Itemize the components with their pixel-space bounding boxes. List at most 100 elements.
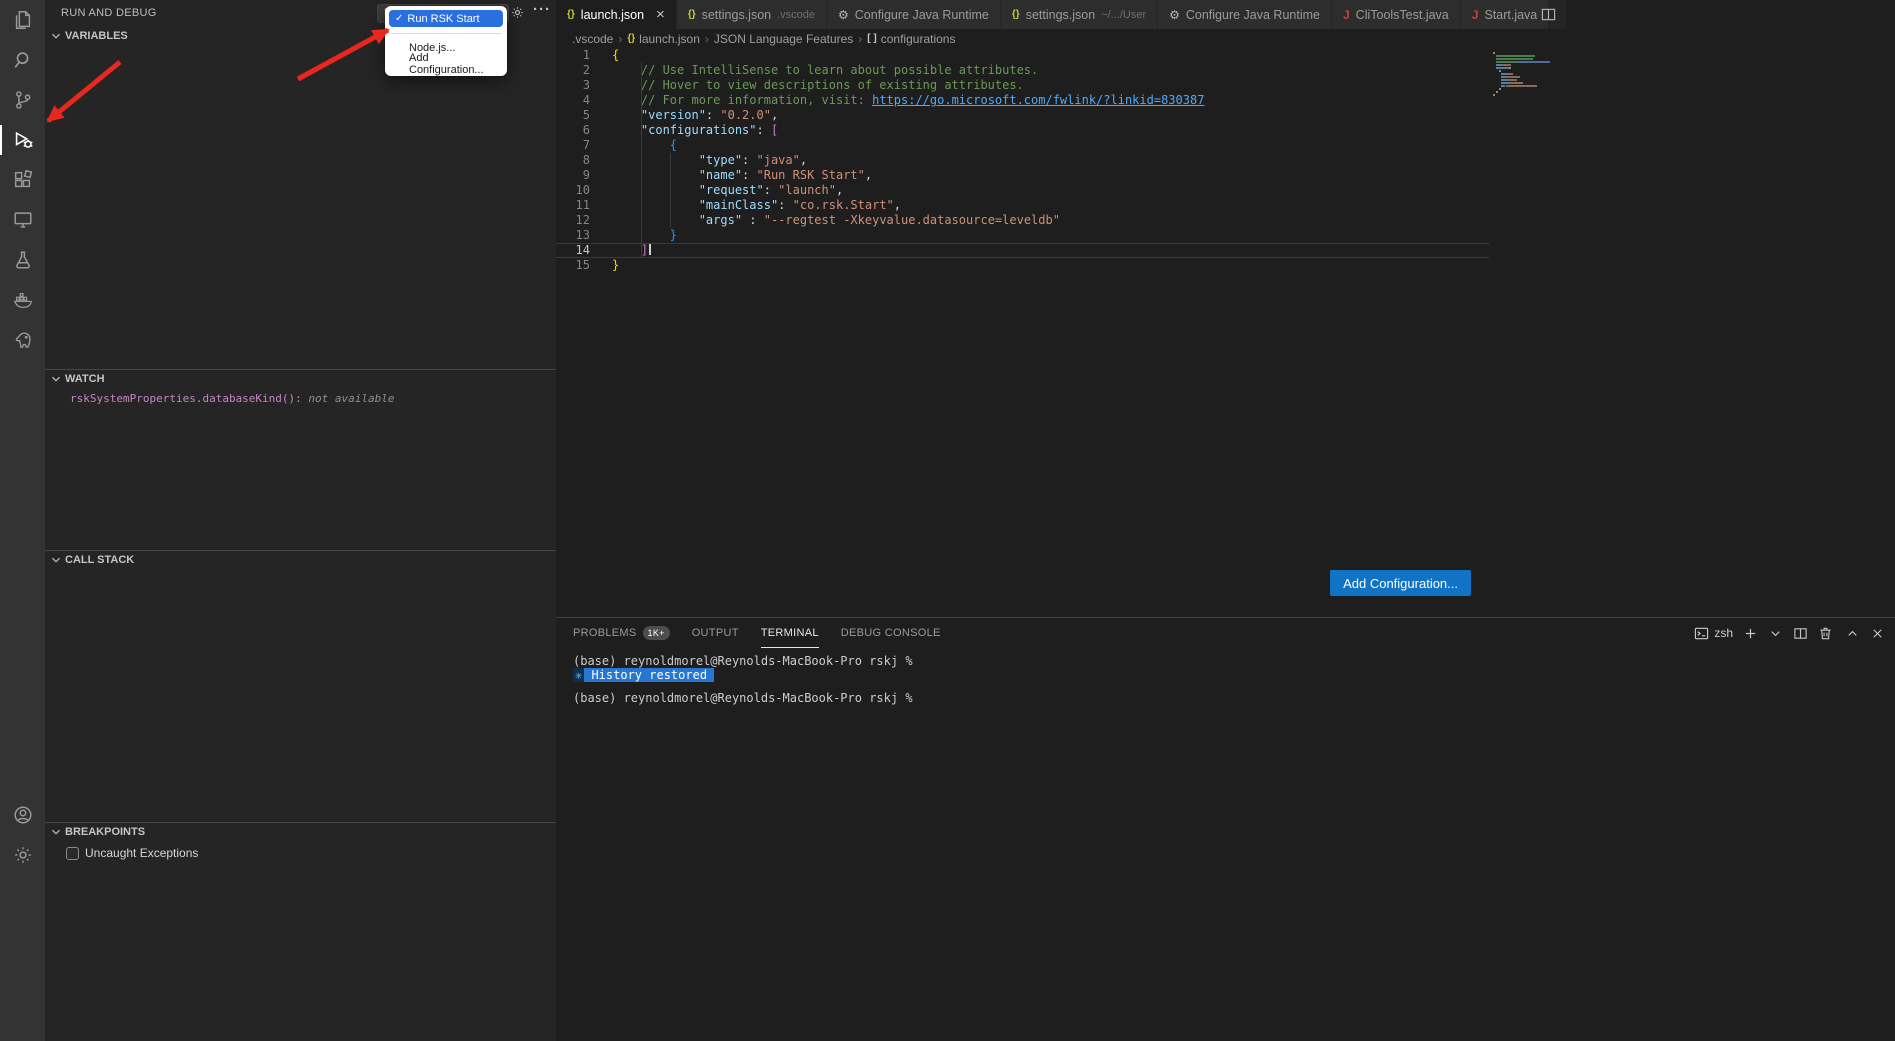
activity-bar-bottom <box>0 795 45 875</box>
editor-tab[interactable]: ⚙Configure Java Runtime <box>1158 0 1332 29</box>
terminal-output[interactable]: (base) reynoldmorel@Reynolds-MacBook-Pro… <box>573 654 913 705</box>
panel-tab-label: DEBUG CONSOLE <box>841 627 941 639</box>
line-content: { <box>590 48 619 63</box>
activity-bar-item-run-and-debug[interactable] <box>0 120 45 160</box>
minimap-line <box>1493 82 1566 84</box>
line-number[interactable]: 4 <box>556 93 590 108</box>
breadcrumb-item[interactable]: .vscode <box>572 32 613 46</box>
tab-label: Start.java <box>1484 8 1537 22</box>
code-line: 2 // Use IntelliSense to learn about pos… <box>556 63 1566 78</box>
uncaught-exceptions-checkbox[interactable] <box>66 847 79 860</box>
checkmark-icon: ✓ <box>395 13 403 24</box>
debug-settings-gear-icon[interactable] <box>510 5 525 20</box>
line-number[interactable]: 3 <box>556 78 590 93</box>
split-terminal-icon[interactable] <box>1793 626 1808 641</box>
editor-tab[interactable]: {}settings.json~/.../User <box>1001 0 1158 29</box>
panel-tab-debug-console[interactable]: DEBUG CONSOLE <box>841 618 941 648</box>
panel-tab-output[interactable]: OUTPUT <box>692 618 739 648</box>
close-tab-icon[interactable]: × <box>656 7 665 22</box>
source-control-icon <box>12 89 34 111</box>
menu-item[interactable]: Add Configuration... <box>389 56 503 72</box>
panel-tab-problems[interactable]: PROBLEMS1K+ <box>573 618 670 648</box>
code-line: 8 "type": "java", <box>556 153 1566 168</box>
watch-expression-row[interactable]: rskSystemProperties.databaseKind(): not … <box>45 392 556 405</box>
debug-config-dropdown-menu: ✓ Run RSK Start Node.js...Add Configurat… <box>385 6 507 76</box>
activity-bar-item-explorer[interactable] <box>0 0 45 40</box>
tab-label: Configure Java Runtime <box>855 8 989 22</box>
terminal-shell-selector[interactable]: zsh <box>1694 626 1733 641</box>
call-stack-section-header[interactable]: CALL STACK <box>45 551 556 569</box>
line-content: "request": "launch", <box>590 183 843 198</box>
editor-tab[interactable]: JCliToolsTest.java <box>1332 0 1461 29</box>
activity-bar-item-source-control[interactable] <box>0 80 45 120</box>
activity-bar-item-testing[interactable] <box>0 240 45 280</box>
activity-bar-item-search[interactable] <box>0 40 45 80</box>
minimap-segment <box>1509 64 1511 66</box>
minimap-segment <box>1507 76 1518 78</box>
minimap-line <box>1493 70 1566 72</box>
activity-bar-item-remote-explorer[interactable] <box>0 200 45 240</box>
panel-tabs-row: PROBLEMS1K+ OUTPUT TERMINAL DEBUG CONSOLE z… <box>556 618 1895 648</box>
gradle-icon <box>12 329 34 351</box>
breadcrumb-separator: › <box>705 32 709 46</box>
breakpoint-row[interactable]: Uncaught Exceptions <box>45 846 556 860</box>
editor-tab[interactable]: {}settings.json.vscode <box>677 0 827 29</box>
breakpoints-section-header[interactable]: BREAKPOINTS <box>45 823 556 841</box>
history-marker: ✳ <box>573 668 584 682</box>
launch-profile-icon[interactable] <box>1768 626 1783 641</box>
activity-bar-item-docker[interactable] <box>0 280 45 320</box>
new-terminal-icon[interactable] <box>1743 626 1758 641</box>
code-line: 5 "version": "0.2.0", <box>556 108 1566 123</box>
breadcrumb-label: JSON Language Features <box>714 32 853 46</box>
line-number[interactable]: 8 <box>556 153 590 168</box>
minimap-segment <box>1493 94 1495 96</box>
panel-action-icons <box>1743 626 1833 641</box>
line-number[interactable]: 7 <box>556 138 590 153</box>
line-number[interactable]: 6 <box>556 123 590 138</box>
add-configuration-button[interactable]: Add Configuration... <box>1330 570 1471 596</box>
menu-item-selected-config[interactable]: ✓ Run RSK Start <box>389 10 503 27</box>
json-symbol-icon: {} <box>627 33 635 44</box>
line-number[interactable]: 15 <box>556 258 590 273</box>
minimap[interactable] <box>1493 52 1566 96</box>
watch-section-header[interactable]: WATCH <box>45 370 556 388</box>
line-number[interactable]: 1 <box>556 48 590 63</box>
menu-separator <box>391 33 501 34</box>
breadcrumb-item[interactable]: {}launch.json <box>627 32 700 46</box>
activity-bar-item-accounts[interactable] <box>0 795 45 835</box>
line-number[interactable]: 12 <box>556 213 590 228</box>
breadcrumb-item[interactable]: JSON Language Features <box>714 32 853 46</box>
config-menu-items: Node.js...Add Configuration... <box>389 40 503 72</box>
more-actions-icon[interactable]: ··· <box>533 1 551 18</box>
panel-tab-label: PROBLEMS <box>573 627 637 639</box>
editor-tab[interactable]: {}launch.json× <box>556 0 677 29</box>
editor-tab[interactable]: JStart.java <box>1461 0 1550 29</box>
line-number[interactable]: 9 <box>556 168 590 183</box>
line-number[interactable]: 11 <box>556 198 590 213</box>
settings-icon <box>12 844 34 866</box>
minimap-line <box>1493 85 1566 87</box>
kill-terminal-icon[interactable] <box>1818 626 1833 641</box>
panel-tab-terminal[interactable]: TERMINAL <box>761 618 819 648</box>
close-panel-icon[interactable] <box>1870 626 1885 641</box>
activity-bar-item-gradle[interactable] <box>0 320 45 360</box>
minimap-segment <box>1509 67 1511 69</box>
line-content: "configurations": [ <box>590 123 778 138</box>
panel-tab-label: OUTPUT <box>692 627 739 639</box>
activity-bar-item-settings[interactable] <box>0 835 45 875</box>
line-content: "mainClass": "co.rsk.Start", <box>590 198 901 213</box>
breadcrumb-item[interactable]: [ ]configurations <box>867 32 955 46</box>
line-number[interactable]: 10 <box>556 183 590 198</box>
line-number[interactable]: 2 <box>556 63 590 78</box>
editor-tab[interactable]: ⚙Configure Java Runtime <box>827 0 1001 29</box>
split-editor-icon[interactable] <box>1541 7 1556 27</box>
line-number[interactable]: 5 <box>556 108 590 123</box>
line-number[interactable]: 13 <box>556 228 590 243</box>
maximize-panel-icon[interactable] <box>1845 626 1860 641</box>
code-line: 1{ <box>556 48 1566 63</box>
code-editor[interactable]: 1{2 // Use IntelliSense to learn about p… <box>556 48 1566 617</box>
minimap-line <box>1493 67 1566 69</box>
breadcrumb-label: configurations <box>881 32 956 46</box>
activity-bar-item-extensions[interactable] <box>0 160 45 200</box>
line-number[interactable]: 14 <box>556 243 590 258</box>
